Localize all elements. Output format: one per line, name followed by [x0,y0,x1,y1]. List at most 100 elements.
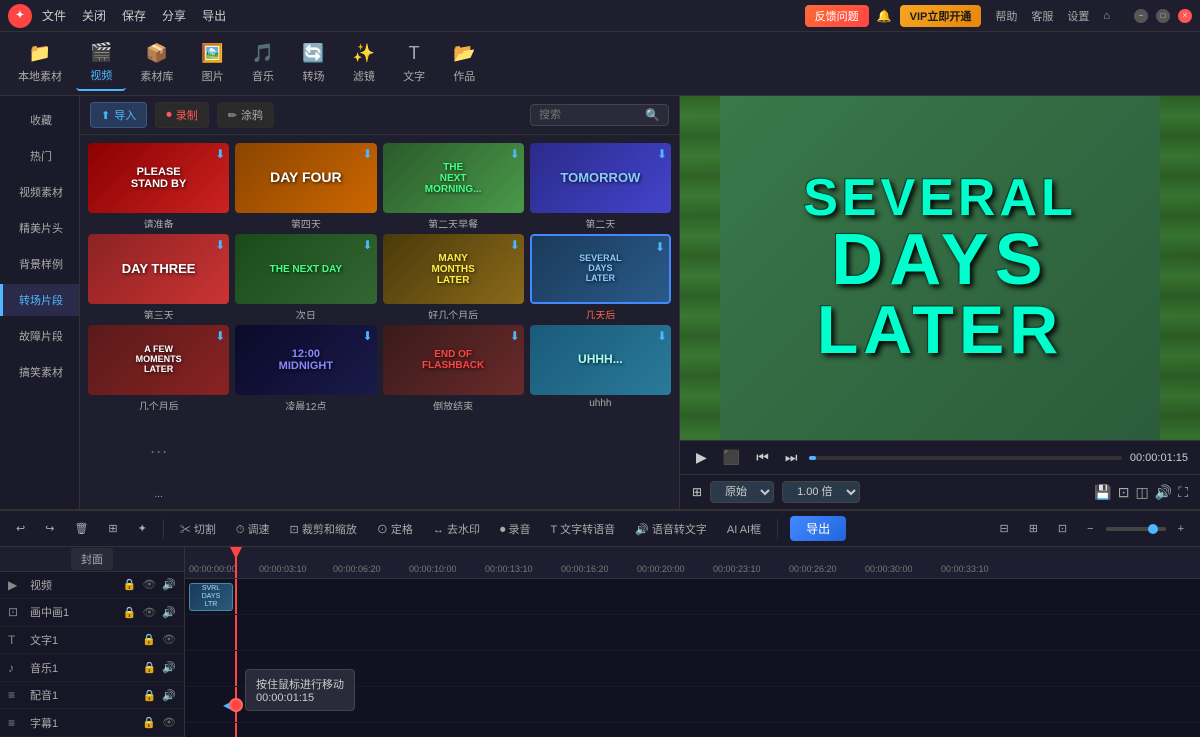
audio-icon[interactable]: 🔊 [162,689,176,702]
close-button[interactable]: ✕ [1178,9,1192,23]
media-card-next-morning[interactable]: THENEXTMORNING... ⬇ 第二天早餐 [383,143,524,228]
audio-icon[interactable]: 🔊 [162,661,176,674]
sidebar-item-video-material[interactable]: 视频素材 [0,176,79,208]
tl-action3[interactable]: ⊡ [1050,519,1075,538]
eye-icon[interactable]: 👁 [142,578,156,591]
tl-zoom-plus[interactable]: + [1170,520,1192,538]
feedback-button[interactable]: 反馈问题 [805,5,869,27]
more-button[interactable]: ··· [88,416,229,486]
eye-icon[interactable]: 👁 [162,716,176,729]
nav-video[interactable]: 🎬 视频 [76,36,126,91]
tl-action2[interactable]: ⊞ [1021,519,1046,538]
volume-icon[interactable]: 🔊 [1155,484,1172,501]
media-card-nextday[interactable]: THE NEXT DAY ⬇ 次日 [235,234,376,319]
delete-button[interactable]: 🗑 [66,519,96,538]
divider2 [777,519,778,539]
nav-library[interactable]: 📦 素材库 [126,37,187,90]
next-frame-button[interactable]: ⏭ [781,447,802,468]
undo-button[interactable]: ↩ [8,519,33,538]
lock-icon[interactable]: 🔒 [142,633,156,646]
audio-icon[interactable]: 🔊 [162,606,176,619]
audio-icon[interactable]: 🔊 [162,578,176,591]
lock-icon[interactable]: 🔒 [123,606,137,619]
sidebar-item-transition-clip[interactable]: 转场片段 [0,284,79,316]
nav-transition[interactable]: 🔄 转场 [288,37,338,90]
progress-bar[interactable] [809,456,1121,460]
media-card-flashback[interactable]: END OFFLASHBACK ⬇ 倒放结束 [383,325,524,410]
ruler-mark-2: 00:00:06:20 [333,564,381,574]
menu-share[interactable]: 分享 [162,7,186,24]
effect-button[interactable]: ✦ [130,519,155,538]
service-link[interactable]: 客服 [1031,8,1053,24]
nav-filter[interactable]: ✨ 滤镜 [339,37,389,90]
copy-icon[interactable]: ⊡ [1118,484,1130,501]
sidebar-item-funny[interactable]: 搞笑素材 [0,356,79,388]
eye-icon[interactable]: 👁 [162,633,176,646]
lock-icon[interactable]: 🔒 [143,661,157,674]
freeze-button[interactable]: ⊙ 定格 [369,518,421,540]
media-card-tomorrow[interactable]: TOMORROW ⬇ 第二天 [530,143,671,228]
media-card-midnight[interactable]: 12:00MIDNIGHT ⬇ 凌晨12点 [235,325,376,410]
split-view-button[interactable]: ⊞ [100,519,125,538]
nav-photo[interactable]: 🖼️ 图片 [187,37,237,90]
ai-button[interactable]: AI AI框 [719,518,769,540]
video-clip[interactable]: SVRLDAYSLTR [189,583,233,611]
speed-button[interactable]: ⏱ 调速 [228,518,278,540]
sidebar-item-fault-clip[interactable]: 故障片段 [0,320,79,352]
stop-button[interactable]: ⬛ [719,447,744,468]
menu-file[interactable]: 文件 [42,7,66,24]
sidebar-item-favorites[interactable]: 收藏 [0,104,79,136]
maximize-button[interactable]: □ [1156,9,1170,23]
redo-button[interactable]: ↪ [37,519,62,538]
media-card-daythree[interactable]: DAY THREE ⬇ 第三天 [88,234,229,319]
nav-local[interactable]: 📁 本地素材 [4,37,76,90]
paint-button[interactable]: ✏ 涂鸦 [217,102,274,128]
play-button[interactable]: ▶ [692,447,711,468]
search-input[interactable] [539,109,639,121]
menu-export[interactable]: 导出 [202,7,226,24]
playhead-circle[interactable] [229,698,243,712]
import-button[interactable]: ⬆ 导入 [90,102,147,128]
tl-action1[interactable]: ⊟ [991,519,1016,538]
prev-frame-button[interactable]: ⏮ [752,447,773,468]
crop-button[interactable]: ⊡ 裁剪和缩放 [282,518,365,540]
home-icon[interactable]: ⌂ [1103,10,1110,22]
sidebar-item-background[interactable]: 背景样例 [0,248,79,280]
record-button[interactable]: ⏺ 录制 [155,102,209,128]
remove-watermark-button[interactable]: ↔ 去水印 [425,518,488,540]
cut-button[interactable]: ✂ 切割 [172,518,224,540]
media-card-manymonths[interactable]: MANYMONTHSLATER ⬇ 好几个月后 [383,234,524,319]
settings-link[interactable]: 设置 [1067,8,1089,24]
tl-zoom-minus[interactable]: − [1079,520,1101,538]
nav-works[interactable]: 📂 作品 [439,37,489,90]
compare-icon[interactable]: ◫ [1136,484,1149,501]
save-frame-icon[interactable]: 💾 [1094,484,1111,501]
nav-text[interactable]: T 文字 [389,37,439,90]
nav-music[interactable]: 🎵 音乐 [238,37,288,90]
timeline-ruler[interactable]: 00:00:00:00 00:00:03:10 00:00:06:20 00:0… [185,547,1200,579]
minimize-button[interactable]: − [1134,9,1148,23]
media-card-moments[interactable]: A FEWMOMENTSLATER ⬇ 几个月后 [88,325,229,410]
media-card-please[interactable]: PLEASESTAND BY ⬇ 请准备 [88,143,229,228]
media-card-severaldays[interactable]: SEVERALDAYSLATER ⬇ 几天后 [530,234,671,319]
speed-select[interactable]: 1.00 倍 [782,481,860,503]
sidebar-item-popular[interactable]: 热门 [0,140,79,172]
menu-save[interactable]: 保存 [122,7,146,24]
help-link[interactable]: 帮助 [995,8,1017,24]
speech-to-text-button[interactable]: 🔊 语音转文字 [627,518,715,540]
media-card-dayfour[interactable]: DAY FOUR ⬇ 第四天 [235,143,376,228]
lock-icon[interactable]: 🔒 [143,689,157,702]
lock-icon[interactable]: 🔒 [123,578,137,591]
text-to-speech-button[interactable]: T 文字转语音 [543,518,624,540]
lock-icon[interactable]: 🔒 [142,716,156,729]
vip-button[interactable]: VIP立即开通 [900,5,982,27]
sidebar-item-highlights[interactable]: 精美片头 [0,212,79,244]
menu-close[interactable]: 关闭 [82,7,106,24]
eye-icon[interactable]: 👁 [142,606,156,619]
media-card-uhhh[interactable]: UHHH... ⬇ uhhh [530,325,671,410]
media-card-more[interactable]: ··· ... [88,416,229,501]
record-button[interactable]: ⏺ 录音 [492,518,539,540]
export-button[interactable]: 导出 [790,516,846,541]
fullscreen-icon[interactable]: ⛶ [1178,484,1188,501]
orig-select[interactable]: 原始 [710,481,774,503]
